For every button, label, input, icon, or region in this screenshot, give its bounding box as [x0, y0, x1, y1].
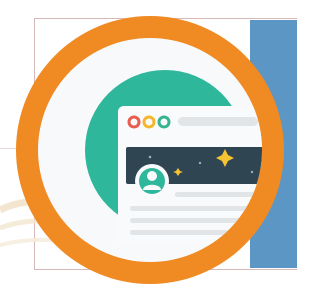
sparkle-dot-2	[198, 161, 202, 165]
content-line-4	[130, 230, 230, 235]
content-line-1	[175, 192, 255, 197]
profile-page-browser-icon	[16, 16, 284, 284]
content-line-2	[130, 206, 255, 211]
avatar-head	[147, 171, 157, 181]
sparkle-dot-3	[250, 170, 254, 174]
address-bar	[178, 117, 258, 126]
sparkle-dot-1	[148, 155, 152, 159]
